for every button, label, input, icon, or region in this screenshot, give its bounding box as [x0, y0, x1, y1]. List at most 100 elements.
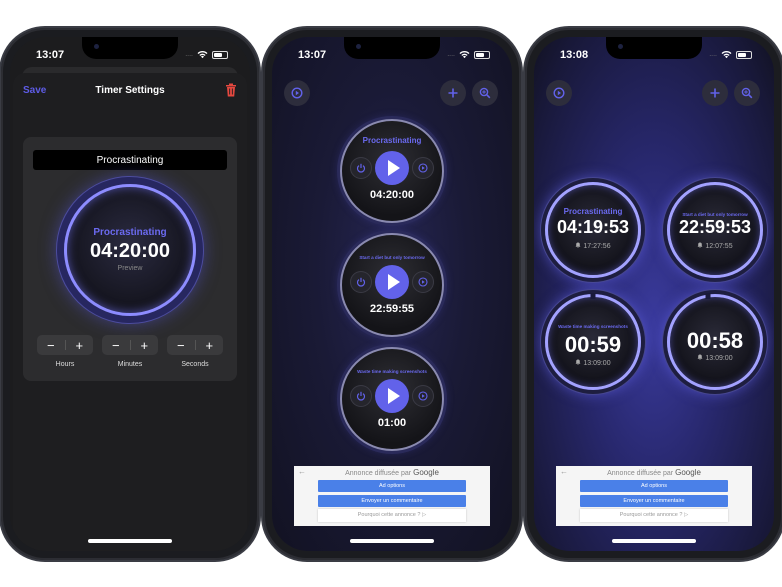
home-indicator[interactable] — [88, 539, 172, 543]
timer-label: Waste time making screenshots — [558, 324, 628, 329]
bell-icon — [697, 354, 703, 360]
phone-timer-settings: 13:07 .... Save Timer Settings Procrasti… — [1, 28, 259, 560]
ad-heading: Annonce diffusée par Google — [294, 468, 490, 477]
wifi-icon — [459, 51, 470, 59]
ad-why-button[interactable]: Pourquoi cette annonce ? ▷ — [580, 509, 728, 522]
minutes-stepper: − + — [102, 335, 158, 355]
play-button[interactable] — [375, 379, 409, 413]
running-timer[interactable]: Procrastinating 04:19:53 17:27:56 — [545, 182, 641, 278]
add-timer-button[interactable] — [440, 80, 466, 106]
running-timer[interactable]: 00:58 13:09:00 — [667, 293, 763, 390]
alarm-time-text: 13:09:00 — [583, 360, 611, 367]
google-logo: Google — [675, 468, 701, 477]
ad-why-button[interactable]: Pourquoi cette annonce ? ▷ — [318, 509, 466, 522]
timer-card[interactable]: Start a diet but only tomorrow 22:59:55 — [340, 233, 444, 337]
wifi-icon — [197, 51, 208, 59]
reset-button[interactable] — [350, 385, 372, 407]
status-time: 13:07 — [298, 49, 327, 61]
sheet-title: Timer Settings — [95, 85, 165, 96]
battery-icon — [212, 50, 228, 59]
timer-remaining: 00:59 — [564, 332, 622, 357]
timer-label: Start a diet but only tomorrow — [359, 255, 425, 260]
progress-gap — [705, 293, 711, 299]
play-circle-icon — [418, 163, 428, 173]
timer-label: Procrastinating — [563, 207, 623, 216]
running-timer[interactable]: Start a diet but only tomorrow 22:59:53 … — [667, 182, 763, 278]
wifi-icon — [721, 51, 732, 59]
hours-increment-button[interactable]: + — [66, 335, 94, 355]
running-timer[interactable]: Waste time making screenshots 00:59 13:0… — [545, 293, 641, 390]
status-bar: 13:08 .... — [534, 49, 774, 65]
home-indicator[interactable] — [612, 539, 696, 543]
reset-button[interactable] — [350, 157, 372, 179]
timer-remaining: 00:58 — [686, 328, 744, 353]
ad-heading: Annonce diffusée par Google — [556, 468, 752, 477]
ad-options-button[interactable]: Ad options — [318, 480, 466, 492]
ad-banner: ← Annonce diffusée par Google Ad options… — [294, 466, 490, 526]
power-icon — [356, 163, 366, 173]
play-circle-icon — [418, 277, 428, 287]
zoom-in-icon — [479, 87, 491, 99]
hours-stepper: − + — [37, 335, 93, 355]
trash-icon[interactable] — [225, 83, 237, 97]
alarm-time-text: 12:07:55 — [705, 243, 733, 250]
seconds-label: Seconds — [181, 361, 209, 368]
bell-icon — [575, 242, 581, 248]
status-bar: 13:07 .... — [272, 49, 512, 65]
phone-timer-list: 13:07 .... Procrastinating 04:20:00 Star… — [263, 28, 521, 560]
seconds-decrement-button[interactable]: − — [167, 335, 195, 355]
bell-icon — [697, 242, 703, 248]
timer-label: Waste time making screenshots — [357, 369, 427, 374]
start-all-button[interactable] — [546, 80, 572, 106]
minutes-label: Minutes — [117, 361, 143, 368]
add-timer-button[interactable] — [702, 80, 728, 106]
preview-time: 04:20:00 — [89, 240, 171, 262]
ad-heading-text: Annonce diffusée par — [345, 470, 412, 477]
bell-icon — [575, 359, 581, 365]
minutes-decrement-button[interactable]: − — [102, 335, 130, 355]
hours-stepper-group: − + Hours — [37, 335, 93, 368]
alarm-time-text: 13:09:00 — [705, 355, 733, 362]
timer-time: 22:59:55 — [369, 303, 415, 315]
timer-card[interactable]: Waste time making screenshots 01:00 — [340, 347, 444, 451]
alarm-time: 13:09:00 — [548, 359, 638, 367]
timer-name-input[interactable] — [33, 150, 227, 170]
alarm-time-text: 17:27:56 — [583, 243, 611, 250]
minutes-stepper-group: − + Minutes — [102, 335, 158, 368]
timer-options-button[interactable] — [412, 157, 434, 179]
start-all-button[interactable] — [284, 80, 310, 106]
timer-label: Procrastinating — [362, 136, 422, 145]
timer-options-button[interactable] — [412, 271, 434, 293]
ad-options-button[interactable]: Ad options — [580, 480, 728, 492]
play-button[interactable] — [375, 265, 409, 299]
ad-feedback-button[interactable]: Envoyer un commentaire — [318, 495, 466, 507]
alarm-time: 12:07:55 — [670, 242, 760, 250]
minutes-increment-button[interactable]: + — [131, 335, 159, 355]
screen: 13:07 .... Save Timer Settings Procrasti… — [10, 37, 250, 551]
ad-feedback-button[interactable]: Envoyer un commentaire — [580, 495, 728, 507]
progress-gap — [590, 293, 596, 299]
timer-config-card: Procrastinating 04:20:00 Preview − + Hou… — [23, 137, 237, 381]
preview-label: Procrastinating — [93, 227, 167, 238]
home-indicator[interactable] — [350, 539, 434, 543]
status-time: 13:07 — [36, 49, 65, 61]
timer-options-button[interactable] — [412, 385, 434, 407]
hours-label: Hours — [55, 361, 75, 368]
play-button[interactable] — [375, 151, 409, 185]
sheet-header: Save Timer Settings — [13, 83, 247, 103]
timer-card[interactable]: Procrastinating 04:20:00 — [340, 119, 444, 223]
zoom-button[interactable] — [734, 80, 760, 106]
power-icon — [356, 391, 366, 401]
time-steppers: − + Hours − + Minutes − + Seconds — [37, 335, 223, 368]
play-circle-icon — [418, 391, 428, 401]
alarm-time: 13:09:00 — [670, 354, 760, 362]
alarm-time: 17:27:56 — [548, 242, 638, 250]
seconds-increment-button[interactable]: + — [196, 335, 224, 355]
plus-icon — [710, 88, 720, 98]
zoom-button[interactable] — [472, 80, 498, 106]
battery-icon — [474, 50, 490, 59]
hours-decrement-button[interactable]: − — [37, 335, 65, 355]
timer-preview: Procrastinating 04:20:00 Preview — [64, 184, 196, 316]
reset-button[interactable] — [350, 271, 372, 293]
signal-icon: .... — [709, 51, 717, 58]
